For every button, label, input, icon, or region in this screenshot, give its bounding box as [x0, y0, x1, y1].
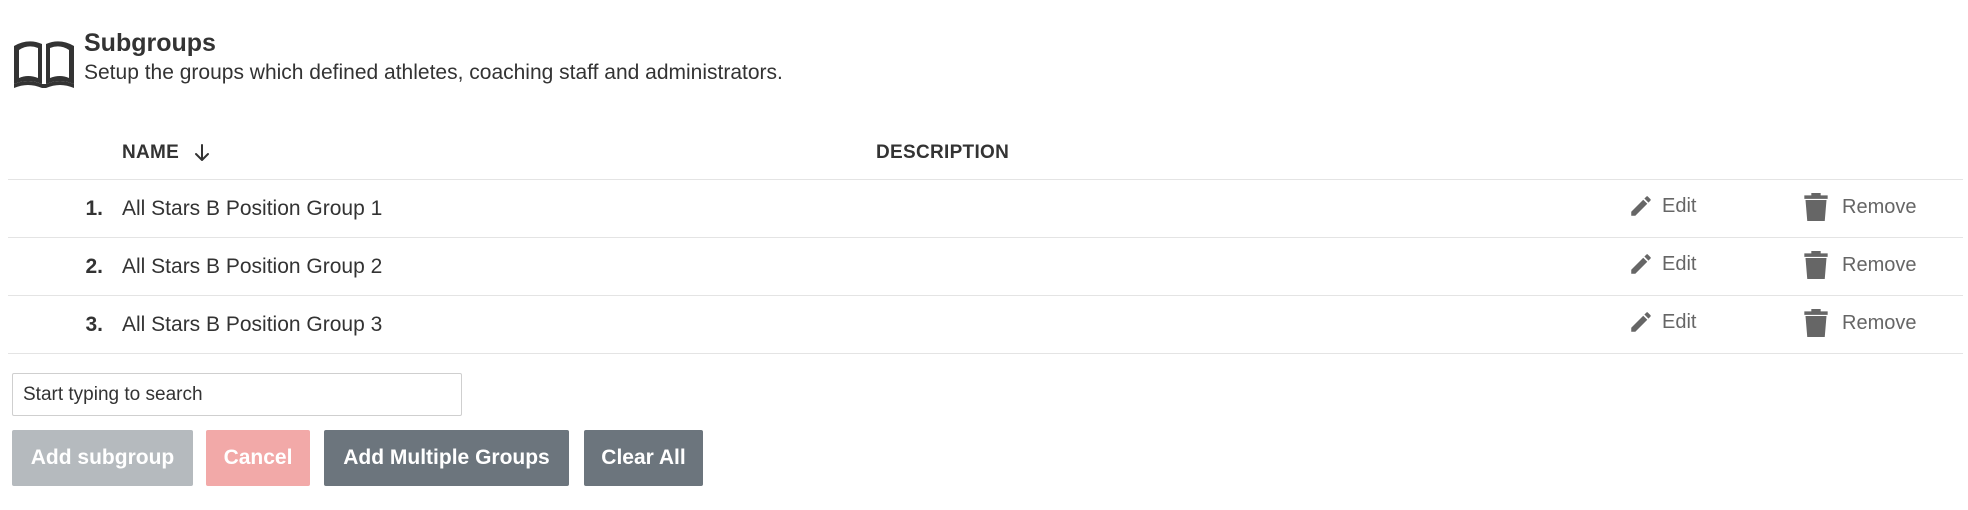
edit-button[interactable]: Edit	[1628, 251, 1696, 277]
remove-label: Remove	[1842, 253, 1917, 276]
trash-icon	[1804, 193, 1828, 221]
edit-button[interactable]: Edit	[1628, 309, 1696, 335]
trash-icon	[1804, 251, 1828, 279]
table-row: 1. All Stars B Position Group 1 Edit Rem…	[8, 180, 1963, 238]
pencil-icon	[1631, 196, 1651, 216]
subgroups-table: NAME DESCRIPTION 1. All Stars B Position…	[8, 126, 1963, 354]
row-name: All Stars B Position Group 3	[122, 313, 383, 336]
clear-all-button[interactable]: Clear All	[584, 430, 703, 486]
edit-button[interactable]: Edit	[1628, 193, 1696, 219]
column-header-name[interactable]: NAME	[122, 142, 211, 164]
remove-label: Remove	[1842, 195, 1917, 218]
edit-label: Edit	[1662, 310, 1697, 333]
edit-label: Edit	[1662, 194, 1697, 217]
cancel-button[interactable]: Cancel	[206, 430, 310, 486]
page-title: Subgroups	[84, 29, 216, 57]
remove-button[interactable]: Remove	[1804, 193, 1916, 221]
arrow-down-icon[interactable]	[193, 143, 211, 163]
pencil-icon	[1631, 254, 1651, 274]
table-row: 2. All Stars B Position Group 2 Edit Rem…	[8, 238, 1963, 296]
remove-button[interactable]: Remove	[1804, 251, 1916, 279]
row-index: 1.	[85, 197, 103, 220]
book-open-icon	[14, 41, 74, 88]
remove-label: Remove	[1842, 311, 1917, 334]
add-multiple-groups-button[interactable]: Add Multiple Groups	[324, 430, 569, 486]
pencil-icon	[1631, 312, 1651, 332]
page-header: Subgroups Setup the groups which defined…	[12, 28, 783, 90]
table-row: 3. All Stars B Position Group 3 Edit Rem…	[8, 296, 1963, 354]
column-header-name-label: NAME	[122, 142, 180, 163]
row-name: All Stars B Position Group 2	[122, 255, 383, 278]
add-subgroup-button[interactable]: Add subgroup	[12, 430, 193, 486]
trash-icon	[1804, 309, 1828, 337]
row-name: All Stars B Position Group 1	[122, 197, 383, 220]
remove-button[interactable]: Remove	[1804, 309, 1916, 337]
search-input[interactable]	[12, 373, 462, 416]
column-header-description[interactable]: DESCRIPTION	[876, 142, 1009, 164]
row-index: 2.	[85, 255, 103, 278]
page-subtitle: Setup the groups which defined athletes,…	[84, 61, 783, 84]
row-index: 3.	[85, 313, 103, 336]
table-header: NAME DESCRIPTION	[8, 126, 1963, 180]
edit-label: Edit	[1662, 252, 1697, 275]
